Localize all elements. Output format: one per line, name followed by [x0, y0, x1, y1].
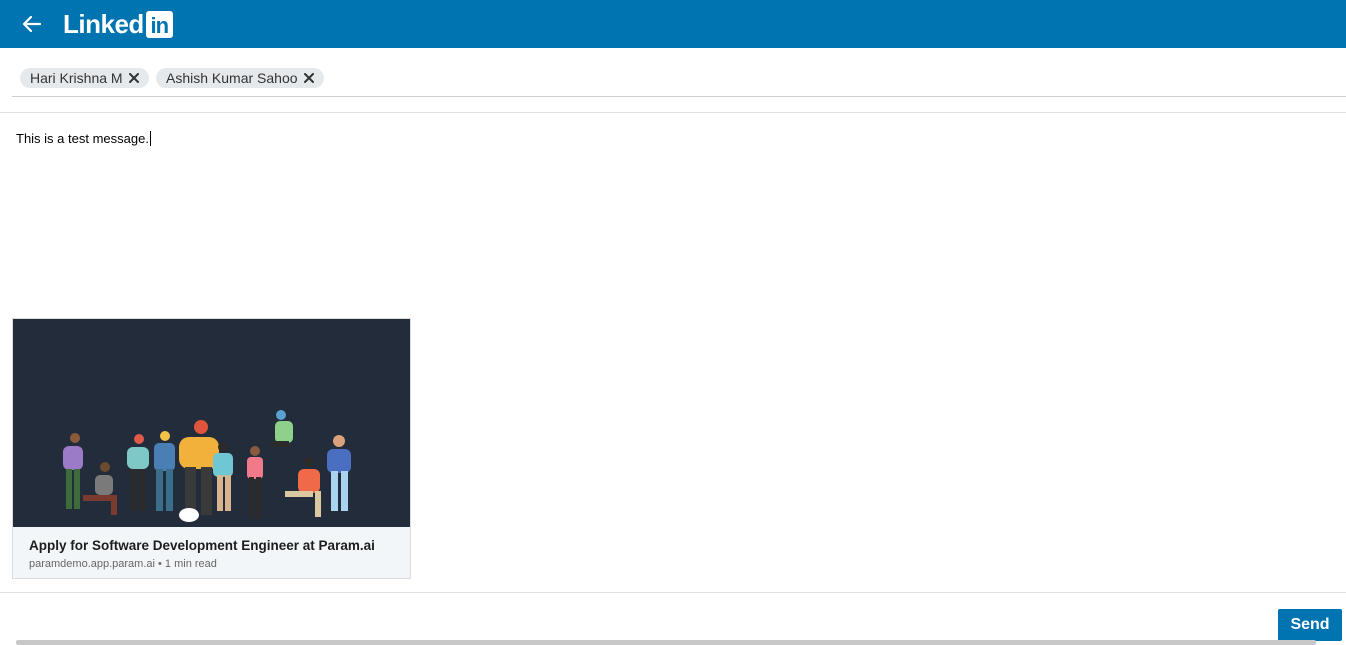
top-bar: Linked in [0, 0, 1346, 48]
remove-recipient-icon[interactable] [303, 73, 314, 83]
remove-recipient-icon[interactable] [128, 73, 139, 83]
send-button[interactable]: Send [1278, 609, 1342, 641]
people-illustration [63, 410, 351, 522]
recipient-name: Ashish Kumar Sahoo [166, 70, 298, 86]
divider [0, 112, 1346, 113]
divider [0, 592, 1346, 593]
recipient-pill[interactable]: Ashish Kumar Sahoo [156, 68, 324, 88]
recipient-name: Hari Krishna M [30, 70, 123, 86]
message-text: This is a test message. [16, 131, 149, 146]
link-preview-card[interactable]: Apply for Software Development Engineer … [12, 318, 411, 579]
horizontal-scrollbar[interactable] [16, 640, 1316, 645]
preview-title[interactable]: Apply for Software Development Engineer … [29, 538, 375, 553]
back-arrow-icon[interactable] [18, 10, 46, 38]
recipients-field[interactable]: Hari Krishna M Ashish Kumar Sahoo [12, 60, 1346, 97]
preview-image [13, 319, 410, 527]
recipient-pill[interactable]: Hari Krishna M [20, 68, 149, 88]
text-cursor [149, 131, 151, 146]
logo-text: Linked [63, 9, 144, 39]
logo-in-box: in [145, 10, 173, 38]
linkedin-logo[interactable]: Linked in [63, 9, 173, 39]
preview-meta: paramdemo.app.param.ai • 1 min read [29, 558, 217, 570]
message-textarea[interactable]: This is a test message. [16, 130, 151, 148]
